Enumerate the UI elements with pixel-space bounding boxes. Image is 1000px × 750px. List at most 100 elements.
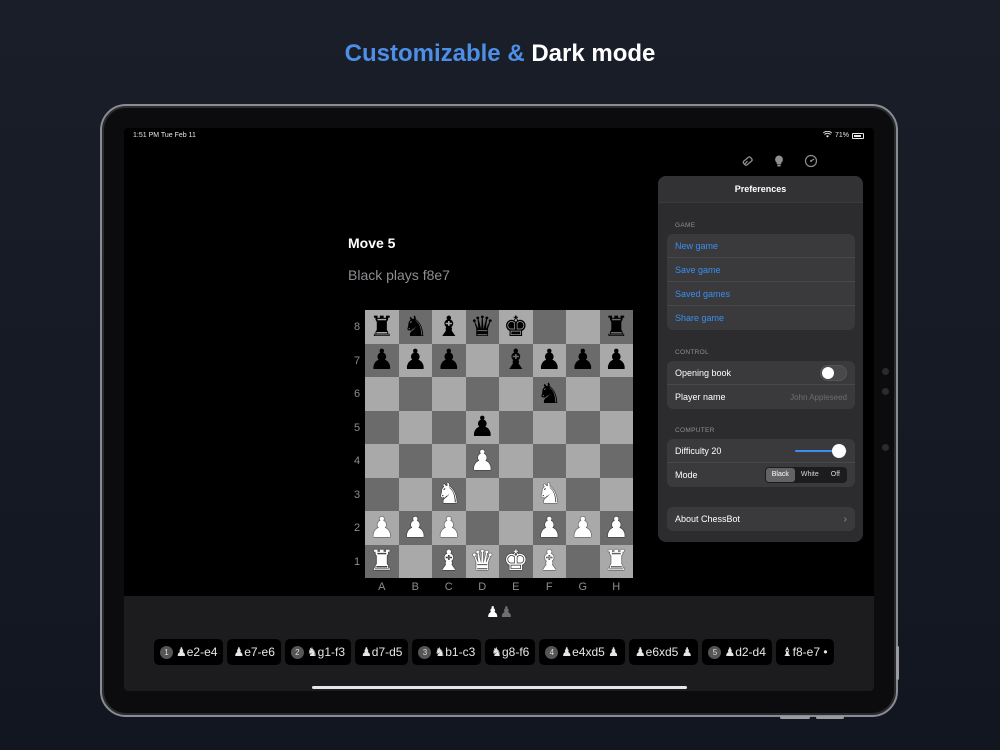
board-square[interactable]: ♝ xyxy=(432,310,466,344)
move-chip[interactable]: ♞g8-f6 xyxy=(485,639,536,665)
black-pawn-icon[interactable]: ♟ xyxy=(604,346,629,374)
difficulty-slider[interactable] xyxy=(795,443,847,458)
mode-black-segment[interactable]: Black xyxy=(765,468,795,482)
black-pawn-icon[interactable]: ♟ xyxy=(570,346,595,374)
black-pawn-icon[interactable]: ♟ xyxy=(369,346,394,374)
board-square[interactable] xyxy=(398,444,432,478)
white-king-icon[interactable]: ♚ xyxy=(503,547,528,575)
board-square[interactable] xyxy=(465,477,499,511)
white-pawn-icon[interactable]: ♟ xyxy=(436,513,461,542)
black-queen-icon[interactable]: ♛ xyxy=(470,312,495,341)
board-square[interactable]: ♛ xyxy=(465,310,499,344)
board-square[interactable]: ♝ xyxy=(432,544,466,578)
white-pawn-icon[interactable]: ♟ xyxy=(403,513,428,542)
board-square[interactable] xyxy=(398,410,432,444)
saved-games-button[interactable]: Saved games xyxy=(667,282,855,306)
board-square[interactable]: ♜ xyxy=(365,544,399,578)
board-square[interactable]: ♟ xyxy=(398,511,432,545)
board-square[interactable] xyxy=(398,377,432,411)
board-square[interactable]: ♞ xyxy=(532,477,566,511)
board-square[interactable]: ♝ xyxy=(499,343,533,377)
player-name-field[interactable]: John Appleseed xyxy=(790,393,847,402)
white-pawn-icon[interactable]: ♟ xyxy=(604,513,629,542)
black-bishop-icon[interactable]: ♝ xyxy=(503,346,528,374)
board-square[interactable] xyxy=(499,377,533,411)
board-square[interactable]: ♞ xyxy=(398,310,432,344)
board-square[interactable]: ♚ xyxy=(499,310,533,344)
about-row[interactable]: About ChessBot › xyxy=(667,507,855,531)
move-chip[interactable]: 5 ♟d2-d4 xyxy=(702,639,772,665)
share-game-button[interactable]: Share game xyxy=(667,306,855,330)
black-pawn-icon[interactable]: ♟ xyxy=(537,346,562,374)
board-square[interactable] xyxy=(465,511,499,545)
board-square[interactable]: ♝ xyxy=(532,544,566,578)
black-bishop-icon[interactable]: ♝ xyxy=(436,312,461,341)
move-chip[interactable]: ♟d7-d5 xyxy=(355,639,409,665)
board-square[interactable]: ♚ xyxy=(499,544,533,578)
black-pawn-icon[interactable]: ♟ xyxy=(470,413,495,441)
opening-book-toggle[interactable] xyxy=(820,364,847,381)
black-knight-icon[interactable]: ♞ xyxy=(403,312,428,341)
move-chip[interactable]: 3 ♞b1-c3 xyxy=(412,639,482,665)
board-square[interactable] xyxy=(599,410,633,444)
board-square[interactable] xyxy=(566,310,600,344)
white-knight-icon[interactable]: ♞ xyxy=(537,480,562,508)
board-square[interactable] xyxy=(365,444,399,478)
white-bishop-icon[interactable]: ♝ xyxy=(537,547,562,575)
board-square[interactable]: ♟ xyxy=(365,343,399,377)
white-rook-icon[interactable]: ♜ xyxy=(604,547,629,575)
board-square[interactable]: ♛ xyxy=(465,544,499,578)
board-square[interactable]: ♜ xyxy=(599,310,633,344)
board-square[interactable] xyxy=(365,377,399,411)
white-queen-icon[interactable]: ♛ xyxy=(470,547,495,575)
board-square[interactable] xyxy=(499,444,533,478)
board-square[interactable] xyxy=(432,377,466,411)
board-square[interactable]: ♟ xyxy=(599,343,633,377)
move-chip[interactable]: ♝f8-e7 • xyxy=(775,639,834,665)
settings-gauge-icon[interactable] xyxy=(804,154,818,168)
board-square[interactable]: ♟ xyxy=(465,444,499,478)
mode-white-segment[interactable]: White xyxy=(795,468,825,482)
board-square[interactable]: ♟ xyxy=(365,511,399,545)
board-square[interactable] xyxy=(432,444,466,478)
board-square[interactable] xyxy=(499,511,533,545)
board-square[interactable] xyxy=(465,377,499,411)
board-square[interactable] xyxy=(398,544,432,578)
board-square[interactable]: ♟ xyxy=(599,511,633,545)
move-chip[interactable]: 4 ♟e4xd5 ♟ xyxy=(539,639,625,665)
board-square[interactable] xyxy=(599,477,633,511)
board-square[interactable]: ♟ xyxy=(465,410,499,444)
black-king-icon[interactable]: ♚ xyxy=(503,312,528,341)
board-square[interactable]: ♟ xyxy=(432,511,466,545)
board-square[interactable] xyxy=(566,410,600,444)
move-chip[interactable]: 2 ♞g1-f3 xyxy=(284,639,352,665)
board-square[interactable] xyxy=(465,343,499,377)
board-square[interactable]: ♟ xyxy=(532,343,566,377)
move-chip[interactable]: ♟e6xd5 ♟ xyxy=(628,639,699,665)
board-square[interactable] xyxy=(566,477,600,511)
move-chip[interactable]: ♟e7-e6 xyxy=(227,639,281,665)
slider-thumb[interactable] xyxy=(832,443,847,458)
new-game-button[interactable]: New game xyxy=(667,234,855,258)
save-game-button[interactable]: Save game xyxy=(667,258,855,282)
black-knight-icon[interactable]: ♞ xyxy=(537,379,562,408)
board-square[interactable] xyxy=(566,544,600,578)
board-square[interactable] xyxy=(566,444,600,478)
move-chip[interactable]: 1 ♟e2-e4 xyxy=(154,639,224,665)
black-rook-icon[interactable]: ♜ xyxy=(604,312,629,341)
board-square[interactable] xyxy=(365,477,399,511)
board-square[interactable]: ♟ xyxy=(432,343,466,377)
white-pawn-icon[interactable]: ♟ xyxy=(570,513,595,542)
white-pawn-icon[interactable]: ♟ xyxy=(470,446,495,475)
white-knight-icon[interactable]: ♞ xyxy=(436,480,461,508)
board-square[interactable]: ♟ xyxy=(566,511,600,545)
board-square[interactable]: ♞ xyxy=(532,377,566,411)
chess-board[interactable]: ♜ ♞ ♝ ♛ ♚ ♜ ♟ ♟ ♟ ♝ ♟ ♟ ♟ ♞ ♟ ♟ ♞ ♞ ♟ ♟ ♟ ♟ ♟ ♟ ♜ ♝ ♛ ♚ ♝ ♜ xyxy=(365,310,633,578)
board-square[interactable]: ♟ xyxy=(566,343,600,377)
black-rook-icon[interactable]: ♜ xyxy=(369,312,394,341)
board-square[interactable] xyxy=(432,410,466,444)
board-square[interactable]: ♜ xyxy=(365,310,399,344)
black-pawn-icon[interactable]: ♟ xyxy=(403,346,428,374)
board-square[interactable] xyxy=(499,477,533,511)
board-square[interactable] xyxy=(532,444,566,478)
